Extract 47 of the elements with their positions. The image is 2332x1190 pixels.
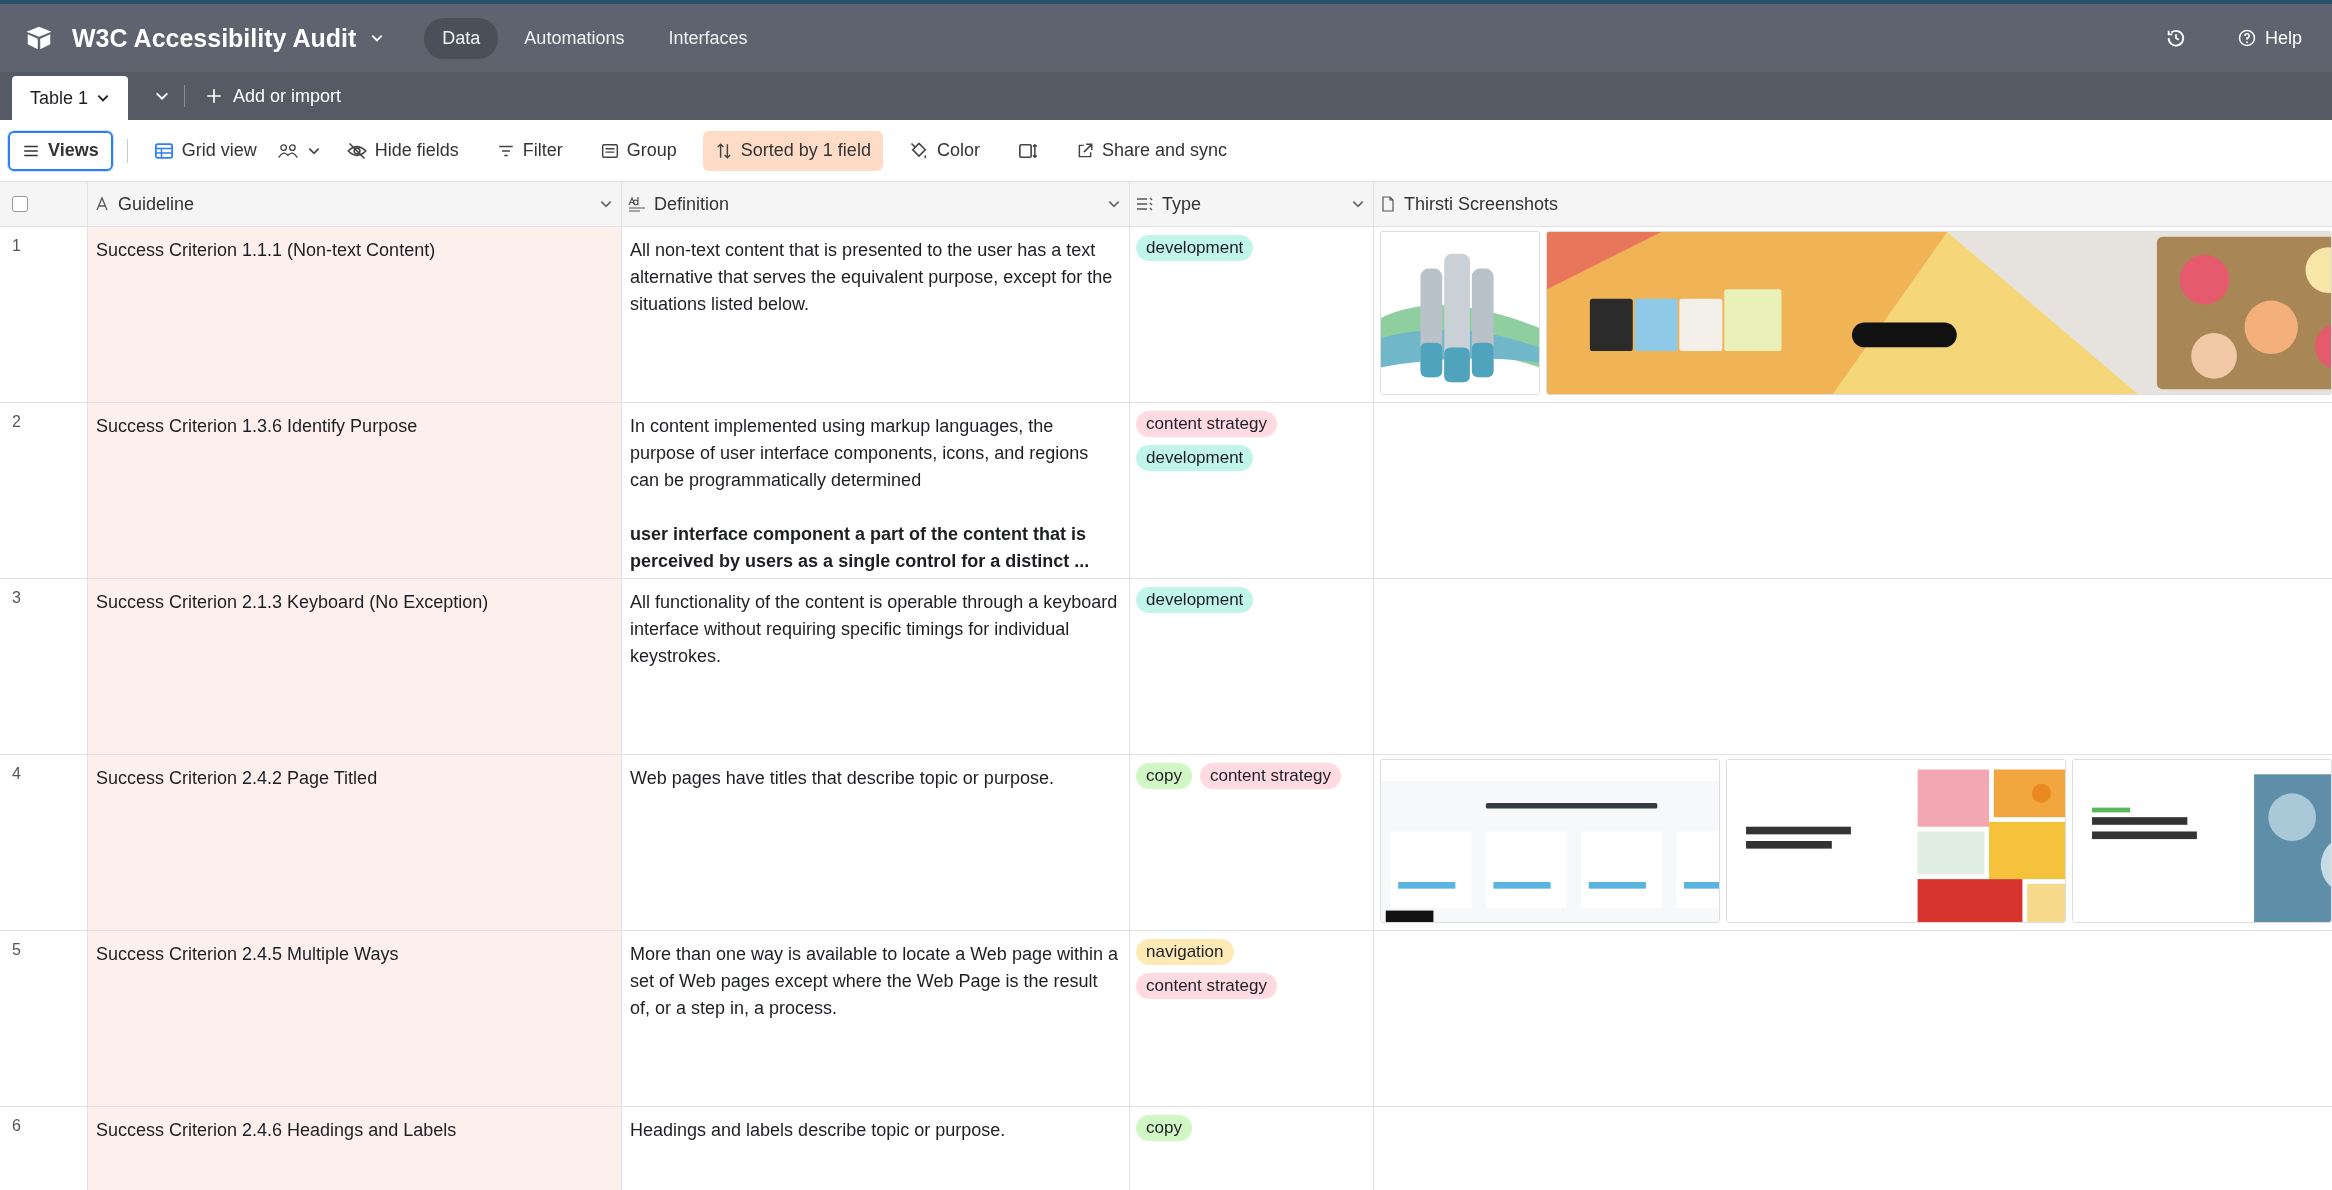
- row-number: 5: [12, 941, 21, 958]
- table-cell-text: Success Criterion 2.1.3 Keyboard (No Exception): [96, 591, 490, 614]
- toolbar-button[interactable]: Sorted by 1 field: [702, 130, 883, 171]
- type-tag: development: [1136, 235, 1254, 261]
- toolbar-button[interactable]: Grid view: [141, 130, 269, 171]
- table-cell-text: Success Criterion 2.4.5 Multiple Ways: [96, 943, 400, 966]
- toolbar-button[interactable]: Filter: [484, 130, 575, 171]
- row-number: 2: [12, 413, 21, 430]
- nav-tab[interactable]: Data: [424, 17, 499, 59]
- type-tag: navigation: [1136, 939, 1234, 965]
- table-cell-text: Success Criterion 2.4.2 Page Titled: [96, 767, 379, 790]
- add-or-import-button[interactable]: Add or import: [199, 84, 348, 108]
- table-cell-text: Success Criterion 2.4.6 Headings and Labels: [96, 1119, 458, 1142]
- toolbar-button[interactable]: Hide fields: [334, 130, 471, 171]
- table-tab[interactable]: Table 1: [12, 76, 129, 120]
- type-tag: content strategy: [1136, 973, 1277, 999]
- toolbar-button[interactable]: Share and sync: [1063, 130, 1239, 171]
- type-tag: content strategy: [1199, 763, 1341, 789]
- row-number: 4: [12, 765, 21, 782]
- row-number: 3: [12, 589, 21, 606]
- toolbar-button[interactable]: Color: [896, 130, 992, 171]
- column-header[interactable]: Guideline: [88, 182, 622, 226]
- nav-tab[interactable]: Automations: [506, 17, 643, 59]
- toolbar-button[interactable]: Views: [8, 130, 113, 171]
- table-cell-text: Web pages have titles that describe topic or purpose.: [630, 767, 1055, 790]
- base-title[interactable]: W3C Accessibility Audit: [72, 23, 357, 53]
- table-cell-text: In content implemented using markup languages, the purpose of user interface components, icons, and regions can be programmatically determined: [630, 415, 1090, 492]
- table-cell-text: All functionality of the content is operable through a keyboard interface without requiring specific timings for individual keystrokes.: [630, 591, 1119, 668]
- type-tag: development: [1136, 445, 1254, 471]
- column-header[interactable]: Type: [1130, 182, 1374, 226]
- table-cell-text: Success Criterion 1.1.1 (Non-text Content): [96, 239, 437, 262]
- column-header[interactable]: Thirsti Screenshots: [1374, 182, 2332, 226]
- definition-note: user interface component a part of the content that is perceived by users as a single control for a distinct ...: [630, 523, 1091, 573]
- table-cell-text: More than one way is available to locate a Web page within a set of Web pages except where the Web Page is the result of, or a step in, a process.: [630, 943, 1119, 1020]
- help-button[interactable]: Help: [2230, 26, 2308, 50]
- type-tag: copy: [1136, 763, 1192, 789]
- row-number: 6: [12, 1117, 21, 1134]
- type-tag: development: [1136, 587, 1254, 613]
- type-tag: copy: [1136, 1115, 1192, 1141]
- table-cell-text: All non-text content that is presented to the user has a text alternative that serves the equivalent purpose, except for the situations listed below.: [630, 239, 1114, 316]
- nav-tab[interactable]: Interfaces: [650, 17, 766, 59]
- type-tag: content strategy: [1136, 411, 1277, 437]
- column-header[interactable]: Definition: [622, 182, 1130, 226]
- table-cell-text: Headings and labels describe topic or purpose.: [630, 1119, 1007, 1142]
- table-cell-text: Success Criterion 1.3.6 Identify Purpose: [96, 415, 419, 438]
- row-number: 1: [12, 237, 21, 254]
- toolbar-button[interactable]: Group: [588, 130, 689, 171]
